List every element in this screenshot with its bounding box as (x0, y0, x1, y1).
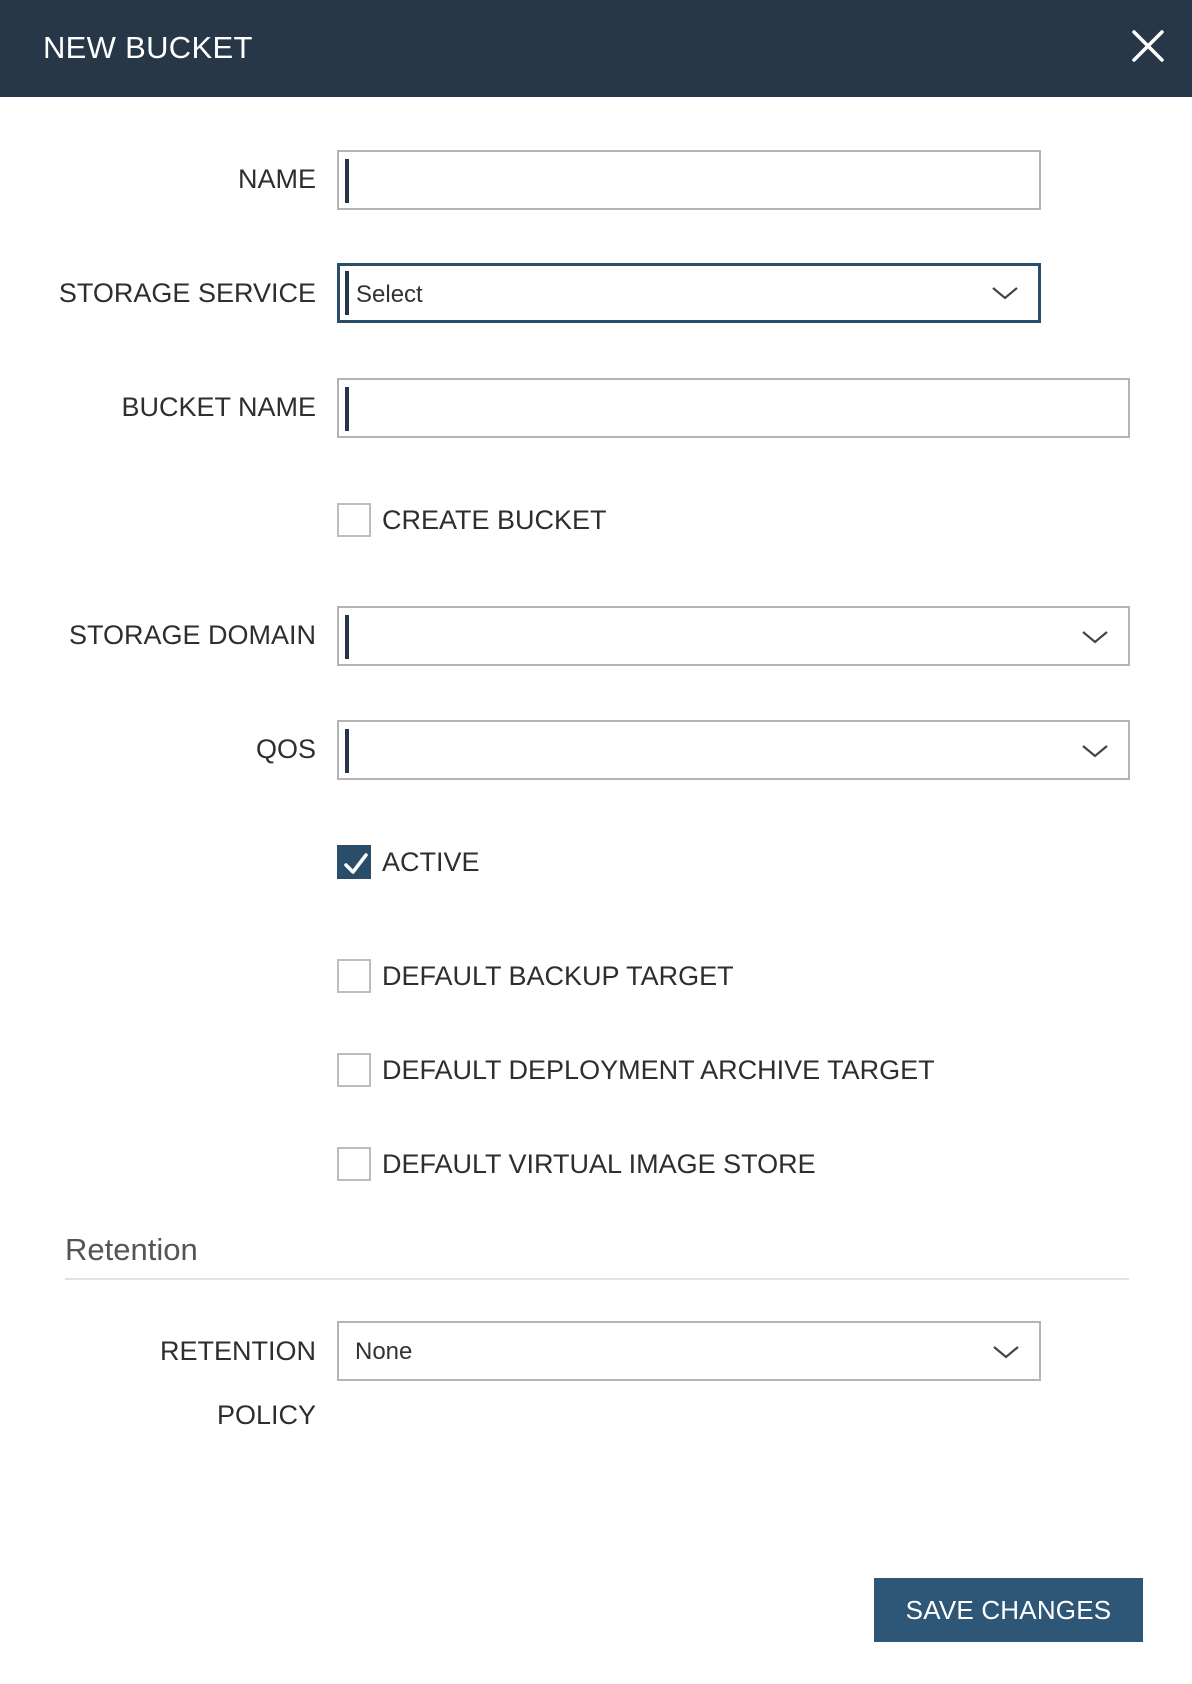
retention-policy-label-line2: POLICY (216, 1400, 316, 1430)
storage-domain-select[interactable] (337, 606, 1130, 666)
default-deployment-archive-target-checkbox[interactable] (337, 1053, 371, 1087)
close-icon (1132, 30, 1164, 62)
storage-service-label: STORAGE SERVICE (58, 278, 316, 308)
dialog-header: NEW BUCKET (0, 0, 1192, 97)
storage-service-select[interactable]: Select (337, 263, 1041, 323)
bucket-name-label: BUCKET NAME (121, 392, 316, 422)
default-virtual-image-store-checkbox[interactable] (337, 1147, 371, 1181)
text-cursor (345, 615, 349, 659)
retention-section-title: Retention (65, 1232, 198, 1267)
text-cursor (345, 387, 349, 431)
chevron-down-icon (1082, 631, 1108, 644)
chevron-down-icon (993, 1346, 1019, 1359)
dialog-title: NEW BUCKET (43, 30, 253, 65)
storage-domain-label: STORAGE DOMAIN (68, 620, 316, 650)
create-bucket-checkbox[interactable] (337, 503, 371, 537)
chevron-down-icon (1082, 745, 1108, 758)
retention-policy-label-line1: RETENTION (159, 1336, 316, 1366)
chevron-down-icon (992, 287, 1018, 300)
default-backup-target-label: DEFAULT BACKUP TARGET (382, 961, 734, 991)
section-divider (65, 1278, 1129, 1280)
active-checkbox[interactable] (337, 845, 371, 879)
retention-policy-select[interactable]: None (337, 1321, 1041, 1381)
name-input[interactable] (355, 152, 1031, 208)
qos-select[interactable] (337, 720, 1130, 780)
default-backup-target-checkbox[interactable] (337, 959, 371, 993)
text-cursor (345, 729, 349, 773)
storage-service-value: Select (356, 281, 423, 308)
close-button[interactable] (1129, 27, 1167, 65)
active-label: ACTIVE (382, 847, 480, 877)
default-virtual-image-store-label: DEFAULT VIRTUAL IMAGE STORE (382, 1149, 816, 1179)
retention-policy-value: None (355, 1338, 413, 1365)
text-cursor (345, 159, 349, 203)
checkmark-icon (344, 853, 368, 874)
name-field[interactable] (337, 150, 1041, 210)
qos-label: QOS (255, 734, 316, 764)
text-cursor (345, 271, 349, 315)
name-label: NAME (237, 164, 316, 194)
bucket-name-field[interactable] (337, 378, 1130, 438)
save-changes-button[interactable]: SAVE CHANGES (874, 1578, 1143, 1642)
default-deployment-archive-target-label: DEFAULT DEPLOYMENT ARCHIVE TARGET (382, 1055, 935, 1085)
create-bucket-label: CREATE BUCKET (382, 505, 607, 535)
bucket-name-input[interactable] (355, 380, 1120, 436)
